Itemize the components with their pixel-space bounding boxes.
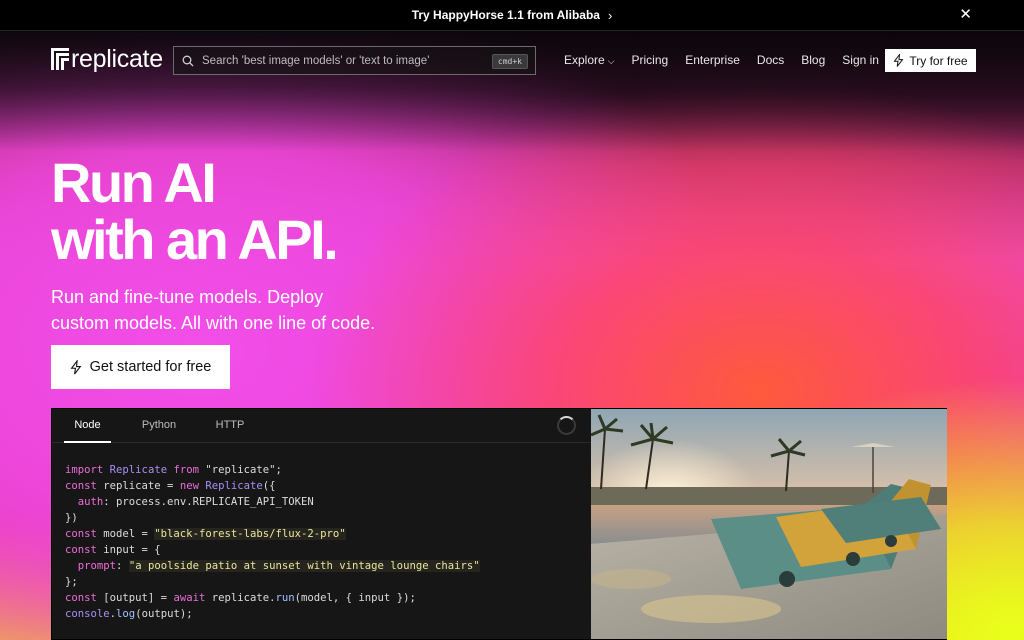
nav-enterprise[interactable]: Enterprise: [685, 53, 740, 67]
chevron-down-icon: ⌵: [607, 56, 615, 66]
try-for-free-button[interactable]: Try for free: [885, 49, 976, 72]
hero-subtitle: Run and fine-tune models. Deploy custom …: [51, 284, 451, 336]
code-line-8: };: [65, 576, 78, 588]
generated-output-image: [591, 409, 947, 639]
code-line-5: const model = "black-forest-labs/flux-2-…: [65, 528, 346, 540]
search-icon: [182, 55, 194, 66]
brand-name: replicate: [71, 45, 163, 73]
language-tabs: Node Python HTTP: [52, 409, 591, 443]
model-string: "black-forest-labs/flux-2-pro": [154, 528, 346, 540]
search-shortcut-badge: cmd+k: [491, 54, 528, 69]
code-line-7: prompt: "a poolside patio at sunset with…: [77, 560, 480, 572]
poolside-patio-image: [591, 409, 947, 639]
bolt-icon: [893, 54, 904, 67]
try-for-free-label: Try for free: [909, 53, 968, 68]
tab-node[interactable]: Node: [64, 409, 111, 443]
nav-sign-in[interactable]: Sign in: [842, 53, 879, 67]
tab-http[interactable]: HTTP: [210, 409, 250, 443]
search-placeholder: Search 'best image models' or 'text to i…: [202, 54, 430, 67]
get-started-label: Get started for free: [89, 359, 212, 375]
code-line-1: import Replicate from "replicate";: [65, 464, 282, 476]
get-started-button[interactable]: Get started for free: [51, 345, 230, 389]
loading-spinner-icon: [557, 416, 576, 435]
nav-blog[interactable]: Blog: [801, 53, 825, 67]
code-line-9: const [output] = await replicate.run(mod…: [65, 592, 416, 604]
hero-headline: Run AI with an API.: [51, 151, 339, 271]
bolt-icon: [70, 359, 82, 374]
nav-explore-label: Explore: [564, 53, 605, 67]
code-line-4: }): [65, 512, 78, 524]
prompt-string: "a poolside patio at sunset with vintage…: [128, 560, 480, 572]
code-line-3: auth: process.env.REPLICATE_API_TOKEN: [77, 496, 314, 508]
replicate-logo[interactable]: replicate: [51, 46, 163, 72]
close-icon[interactable]: ✕: [959, 7, 972, 23]
nav-pricing[interactable]: Pricing: [632, 53, 669, 67]
search-input[interactable]: Search 'best image models' or 'text to i…: [173, 46, 536, 75]
code-line-6: const input = {: [65, 544, 161, 556]
announcement-text[interactable]: Try HappyHorse 1.1 from Alibaba: [412, 8, 600, 22]
code-demo-panel: Node Python HTTP import Replicate from "…: [51, 408, 947, 640]
announcement-bar[interactable]: Try HappyHorse 1.1 from Alibaba › ✕: [0, 0, 1024, 31]
code-block: import Replicate from "replicate"; const …: [65, 462, 480, 622]
top-nav: replicate Search 'best image models' or …: [0, 31, 1024, 89]
nav-docs[interactable]: Docs: [757, 53, 784, 67]
nav-explore[interactable]: Explore ⌵: [564, 53, 615, 67]
replicate-logo-mark-icon: [51, 48, 69, 70]
headline-line-2: with an API.: [51, 208, 339, 271]
subtitle-line-1: Run and fine-tune models. Deploy: [51, 287, 324, 307]
chevron-right-icon: ›: [607, 7, 613, 23]
code-line-2: const replicate = new Replicate({: [65, 480, 276, 492]
tab-python[interactable]: Python: [136, 409, 182, 443]
nav-links: Explore ⌵ Pricing Enterprise Docs Blog Si…: [564, 53, 896, 67]
subtitle-line-2: custom models. All with one line of code…: [51, 313, 376, 333]
headline-line-1: Run AI: [51, 151, 217, 214]
code-line-10: console.log(output);: [65, 608, 193, 620]
